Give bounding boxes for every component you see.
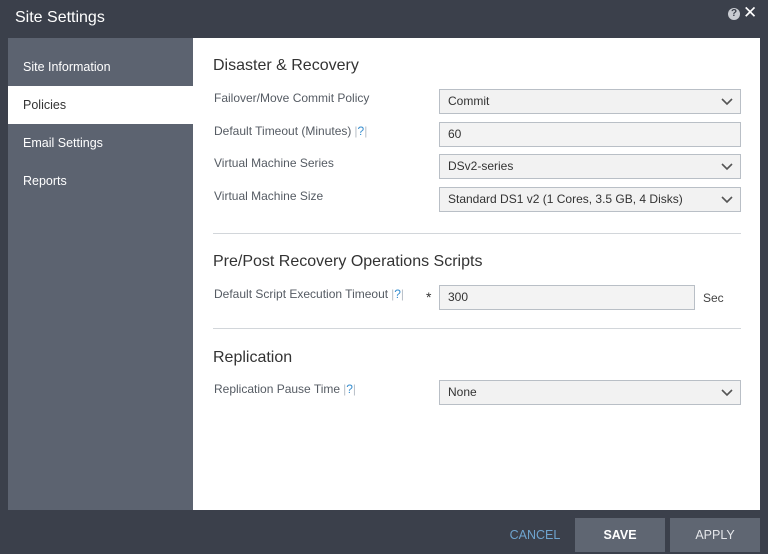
save-button[interactable]: SAVE [575, 518, 665, 552]
sidebar-item-policies[interactable]: Policies [8, 86, 193, 124]
chevron-down-icon [721, 163, 733, 171]
sidebar-item-site-information[interactable]: Site Information [8, 48, 193, 86]
failover-policy-label: Failover/Move Commit Policy [214, 91, 370, 105]
title-bar: Site Settings ? ✕ [0, 0, 768, 38]
script-timeout-unit: Sec [703, 291, 724, 305]
help-icon[interactable]: ? [728, 8, 740, 20]
script-timeout-input[interactable]: 300 [439, 285, 695, 310]
pause-time-value: None [448, 385, 477, 399]
help-link-bar: | [400, 287, 405, 301]
sidebar: Site Information Policies Email Settings… [8, 38, 193, 510]
section-divider [213, 233, 741, 234]
sidebar-item-reports[interactable]: Reports [8, 162, 193, 200]
vm-size-label: Virtual Machine Size [214, 189, 324, 203]
close-icon[interactable]: ✕ [743, 3, 757, 23]
script-timeout-label: Default Script Execution Timeout |?| [214, 287, 404, 301]
required-indicator: * [426, 289, 432, 305]
script-timeout-label-text: Default Script Execution Timeout [214, 287, 389, 301]
vm-series-select[interactable]: DSv2-series [439, 154, 741, 179]
pause-time-help-link[interactable]: |?| [343, 382, 356, 396]
help-link-text: ? [346, 382, 353, 396]
default-timeout-label-text: Default Timeout (Minutes) [214, 124, 352, 138]
failover-policy-value: Commit [448, 94, 490, 108]
default-timeout-input[interactable]: 60 [439, 122, 741, 147]
help-link-text: ? [394, 287, 401, 301]
help-link-bar: | [352, 382, 357, 396]
chevron-down-icon [721, 98, 733, 106]
pause-time-select[interactable]: None [439, 380, 741, 405]
apply-button[interactable]: APPLY [670, 518, 760, 552]
sidebar-item-email-settings[interactable]: Email Settings [8, 124, 193, 162]
policies-panel: Disaster & Recovery Failover/Move Commit… [193, 38, 760, 510]
cancel-button[interactable]: CANCEL [500, 518, 570, 552]
vm-size-select[interactable]: Standard DS1 v2 (1 Cores, 3.5 GB, 4 Disk… [439, 187, 741, 212]
section-divider [213, 328, 741, 329]
script-timeout-help-link[interactable]: |?| [391, 287, 404, 301]
chevron-down-icon [721, 196, 733, 204]
pause-time-label-text: Replication Pause Time [214, 382, 341, 396]
disaster-recovery-heading: Disaster & Recovery [213, 57, 359, 74]
site-settings-dialog: Site Settings ? ✕ Site Information Polic… [0, 0, 768, 554]
vm-size-value: Standard DS1 v2 (1 Cores, 3.5 GB, 4 Disk… [448, 192, 683, 206]
dialog-footer: CANCEL SAVE APPLY [0, 510, 768, 554]
pause-time-label: Replication Pause Time |?| [214, 382, 356, 396]
vm-series-label: Virtual Machine Series [214, 156, 334, 170]
chevron-down-icon [721, 389, 733, 397]
replication-heading: Replication [213, 349, 293, 366]
scripts-heading: Pre/Post Recovery Operations Scripts [213, 253, 483, 270]
help-link-bar: | [364, 124, 368, 138]
dialog-title: Site Settings [15, 9, 105, 26]
failover-policy-select[interactable]: Commit [439, 89, 741, 114]
default-timeout-help-link[interactable]: |?| [354, 124, 367, 138]
vm-series-value: DSv2-series [448, 159, 514, 173]
default-timeout-label: Default Timeout (Minutes) |?| [214, 124, 367, 138]
